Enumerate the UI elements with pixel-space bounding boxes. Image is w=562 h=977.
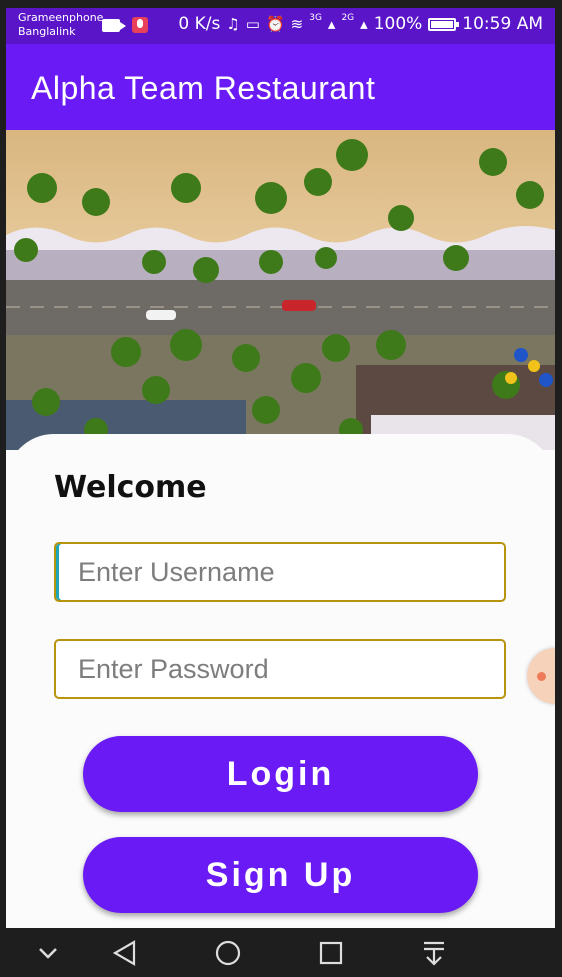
signal-icon-2: ▴ bbox=[360, 15, 368, 33]
phone-screen: Grameenphone Banglalink 0 K/s ♫ ▭ ⏰ ≋ 3G… bbox=[6, 8, 555, 928]
notification-pull-icon[interactable] bbox=[414, 936, 454, 970]
battery-fill bbox=[431, 20, 454, 28]
network-speed: 0 K/s bbox=[178, 14, 221, 34]
login-card: Welcome Enter Username Enter Password Lo… bbox=[6, 434, 555, 928]
status-indicators: 0 K/s ♫ ▭ ⏰ ≋ 3G ▴ 2G ▴ 100% 10:59 AM bbox=[178, 13, 543, 34]
signal-icon: ▴ bbox=[327, 15, 336, 33]
network-type-1: 3G bbox=[309, 13, 322, 23]
back-icon[interactable] bbox=[105, 936, 145, 970]
hero-illustration bbox=[6, 130, 555, 450]
clock: 10:59 AM bbox=[462, 14, 543, 34]
wifi-icon: ≋ bbox=[290, 15, 304, 33]
signup-button[interactable]: Sign Up bbox=[83, 837, 478, 913]
network-type-2: 2G bbox=[341, 13, 355, 23]
home-icon[interactable] bbox=[208, 936, 248, 970]
login-button[interactable]: Login bbox=[83, 736, 478, 812]
cast-icon: ▭ bbox=[245, 15, 260, 33]
alarm-icon: ⏰ bbox=[265, 15, 285, 33]
welcome-heading: Welcome bbox=[54, 470, 207, 505]
system-nav-bar bbox=[0, 928, 562, 977]
microphone-icon bbox=[132, 17, 148, 33]
carrier-1: Grameenphone bbox=[18, 11, 104, 24]
username-input[interactable]: Enter Username bbox=[54, 542, 506, 602]
status-bar: Grameenphone Banglalink 0 K/s ♫ ▭ ⏰ ≋ 3G… bbox=[6, 8, 555, 44]
app-bar: Alpha Team Restaurant bbox=[6, 44, 555, 130]
chevron-down-icon[interactable] bbox=[28, 936, 68, 970]
carrier-2: Banglalink bbox=[18, 25, 76, 38]
app-title: Alpha Team Restaurant bbox=[31, 70, 376, 106]
headset-icon: ♫ bbox=[226, 15, 240, 33]
recents-icon[interactable] bbox=[311, 936, 351, 970]
password-input[interactable]: Enter Password bbox=[54, 639, 506, 699]
carrier-names: Grameenphone Banglalink bbox=[18, 11, 103, 39]
battery-icon bbox=[428, 17, 460, 31]
battery-percent: 100% bbox=[373, 14, 423, 34]
video-recording-icon bbox=[102, 18, 126, 32]
beach-aerial-image bbox=[6, 130, 555, 450]
